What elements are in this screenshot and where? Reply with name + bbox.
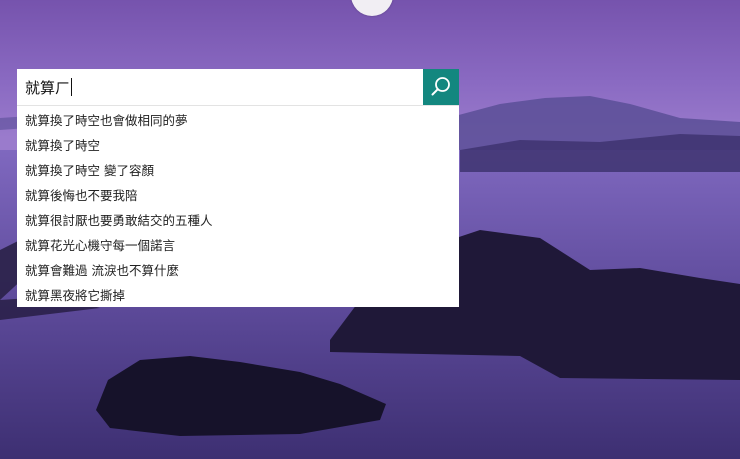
search-input[interactable]: 就算ㄏ <box>17 69 423 105</box>
search-input-text: 就算ㄏ <box>25 78 71 97</box>
suggestion-list: 就算換了時空也會做相同的夢 就算換了時空 就算換了時空 變了容顏 就算後悔也不要… <box>17 105 459 307</box>
suggestion-item[interactable]: 就算會難過 流淚也不算什麼 <box>17 258 459 283</box>
suggestion-item[interactable]: 就算後悔也不要我陪 <box>17 183 459 208</box>
suggestion-item[interactable]: 就算換了時空也會做相同的夢 <box>17 108 459 133</box>
suggestion-item[interactable]: 就算很討厭也要勇敢結交的五種人 <box>17 208 459 233</box>
suggestion-item[interactable]: 就算黑夜將它撕掉 <box>17 283 459 308</box>
suggestion-item[interactable]: 就算換了時空 <box>17 133 459 158</box>
search-button[interactable] <box>423 69 459 105</box>
suggestion-item[interactable]: 就算換了時空 變了容顏 <box>17 158 459 183</box>
search-icon <box>431 77 450 96</box>
text-caret <box>71 78 73 96</box>
desktop-screen: 就算ㄏ 就算換了時空也會做相同的夢 就算換了時空 就算換了時空 變了容顏 就算後… <box>0 0 740 459</box>
search-box: 就算ㄏ <box>17 69 459 105</box>
suggestion-item[interactable]: 就算花光心機守每一個諾言 <box>17 233 459 258</box>
